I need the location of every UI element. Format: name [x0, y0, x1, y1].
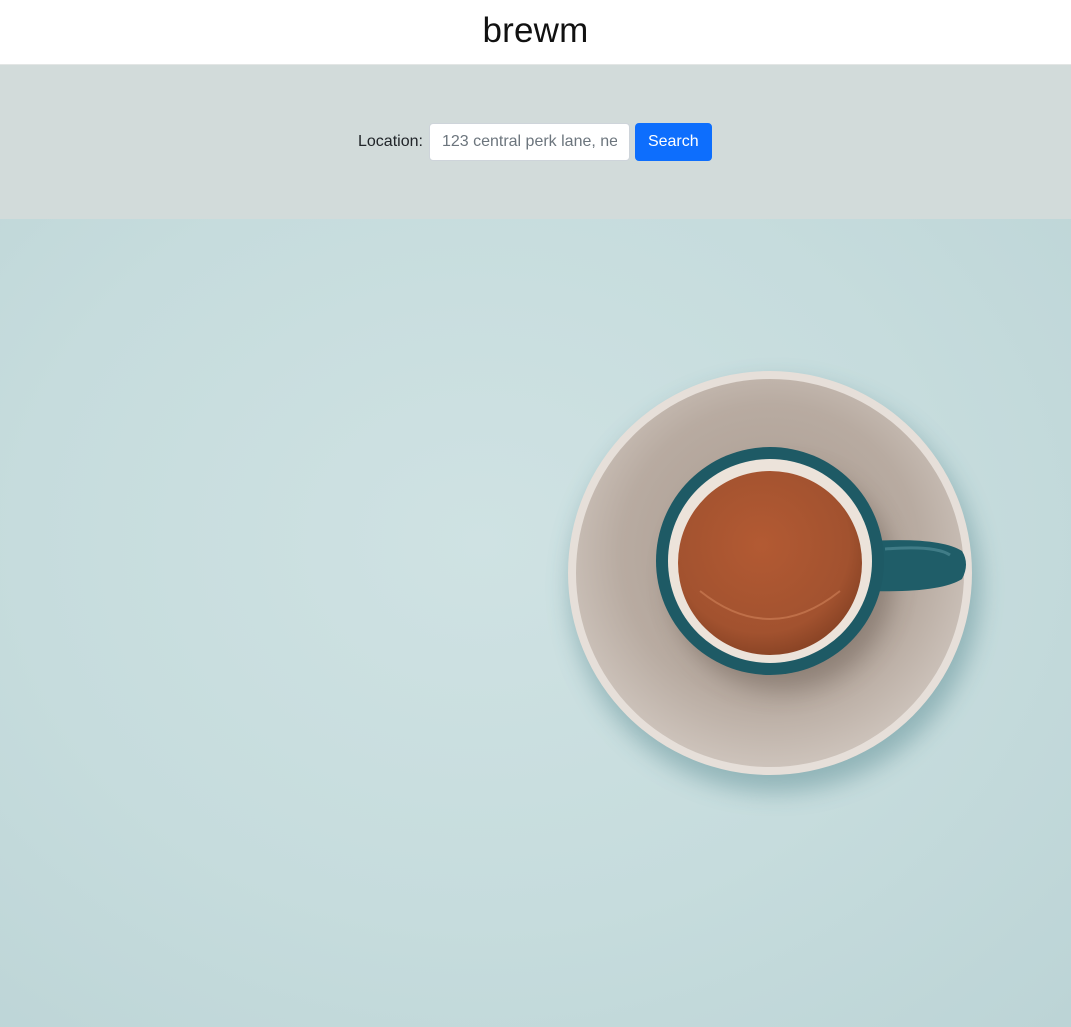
brand-logo[interactable]: brewm [482, 11, 588, 51]
search-button[interactable]: Search [634, 123, 712, 161]
search-band: Location: Search [0, 65, 1071, 219]
coffee-cup-illustration [568, 371, 980, 792]
location-input[interactable] [428, 123, 630, 161]
location-label: Location: [358, 133, 423, 150]
hero-image [0, 219, 1071, 1027]
search-form: Location: Search [358, 123, 712, 161]
coffee [678, 471, 862, 655]
app-header: brewm [0, 0, 1071, 65]
